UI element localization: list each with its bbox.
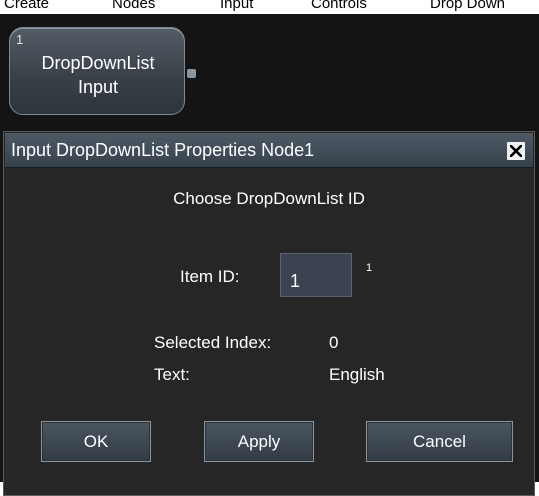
selected-index-value: 0 xyxy=(329,333,339,352)
dialog-titlebar[interactable]: Input DropDownList Properties Node1 xyxy=(5,133,533,168)
node-number: 1 xyxy=(16,32,24,47)
dialog-heading: Choose DropDownList ID xyxy=(173,189,365,208)
breadcrumb-item-controls[interactable]: Controls xyxy=(311,0,367,11)
cancel-button[interactable]: Cancel xyxy=(366,421,513,462)
node-subtitle: Input xyxy=(77,77,119,97)
node-output-port[interactable] xyxy=(187,69,196,78)
apply-button[interactable]: Apply xyxy=(204,421,314,462)
item-id-label: Item ID: xyxy=(180,267,240,286)
dialog-title: Input DropDownList Properties Node1 xyxy=(11,140,315,160)
ok-button[interactable]: OK xyxy=(41,421,151,462)
text-label: Text: xyxy=(154,365,190,384)
close-icon xyxy=(510,145,522,157)
breadcrumb: Create Nodes Input Controls Drop Down xyxy=(0,0,539,14)
selected-index-label: Selected Index: xyxy=(154,333,272,352)
item-id-superscript: 1 xyxy=(366,262,373,274)
dropdownlist-input-node[interactable]: 1 DropDownList Input xyxy=(9,27,185,115)
item-id-input[interactable] xyxy=(280,253,352,297)
breadcrumb-item-drop-down[interactable]: Drop Down xyxy=(430,0,505,11)
breadcrumb-item-nodes[interactable]: Nodes xyxy=(112,0,155,11)
node-title: DropDownList xyxy=(41,53,155,73)
properties-dialog: Input DropDownList Properties Node1 Choo… xyxy=(3,131,535,496)
breadcrumb-item-create[interactable]: Create xyxy=(4,0,49,11)
node-canvas[interactable]: 1 DropDownList Input Input DropDownList … xyxy=(0,14,539,496)
text-value: English xyxy=(329,365,385,384)
breadcrumb-item-input[interactable]: Input xyxy=(220,0,253,11)
close-button[interactable] xyxy=(507,142,525,160)
